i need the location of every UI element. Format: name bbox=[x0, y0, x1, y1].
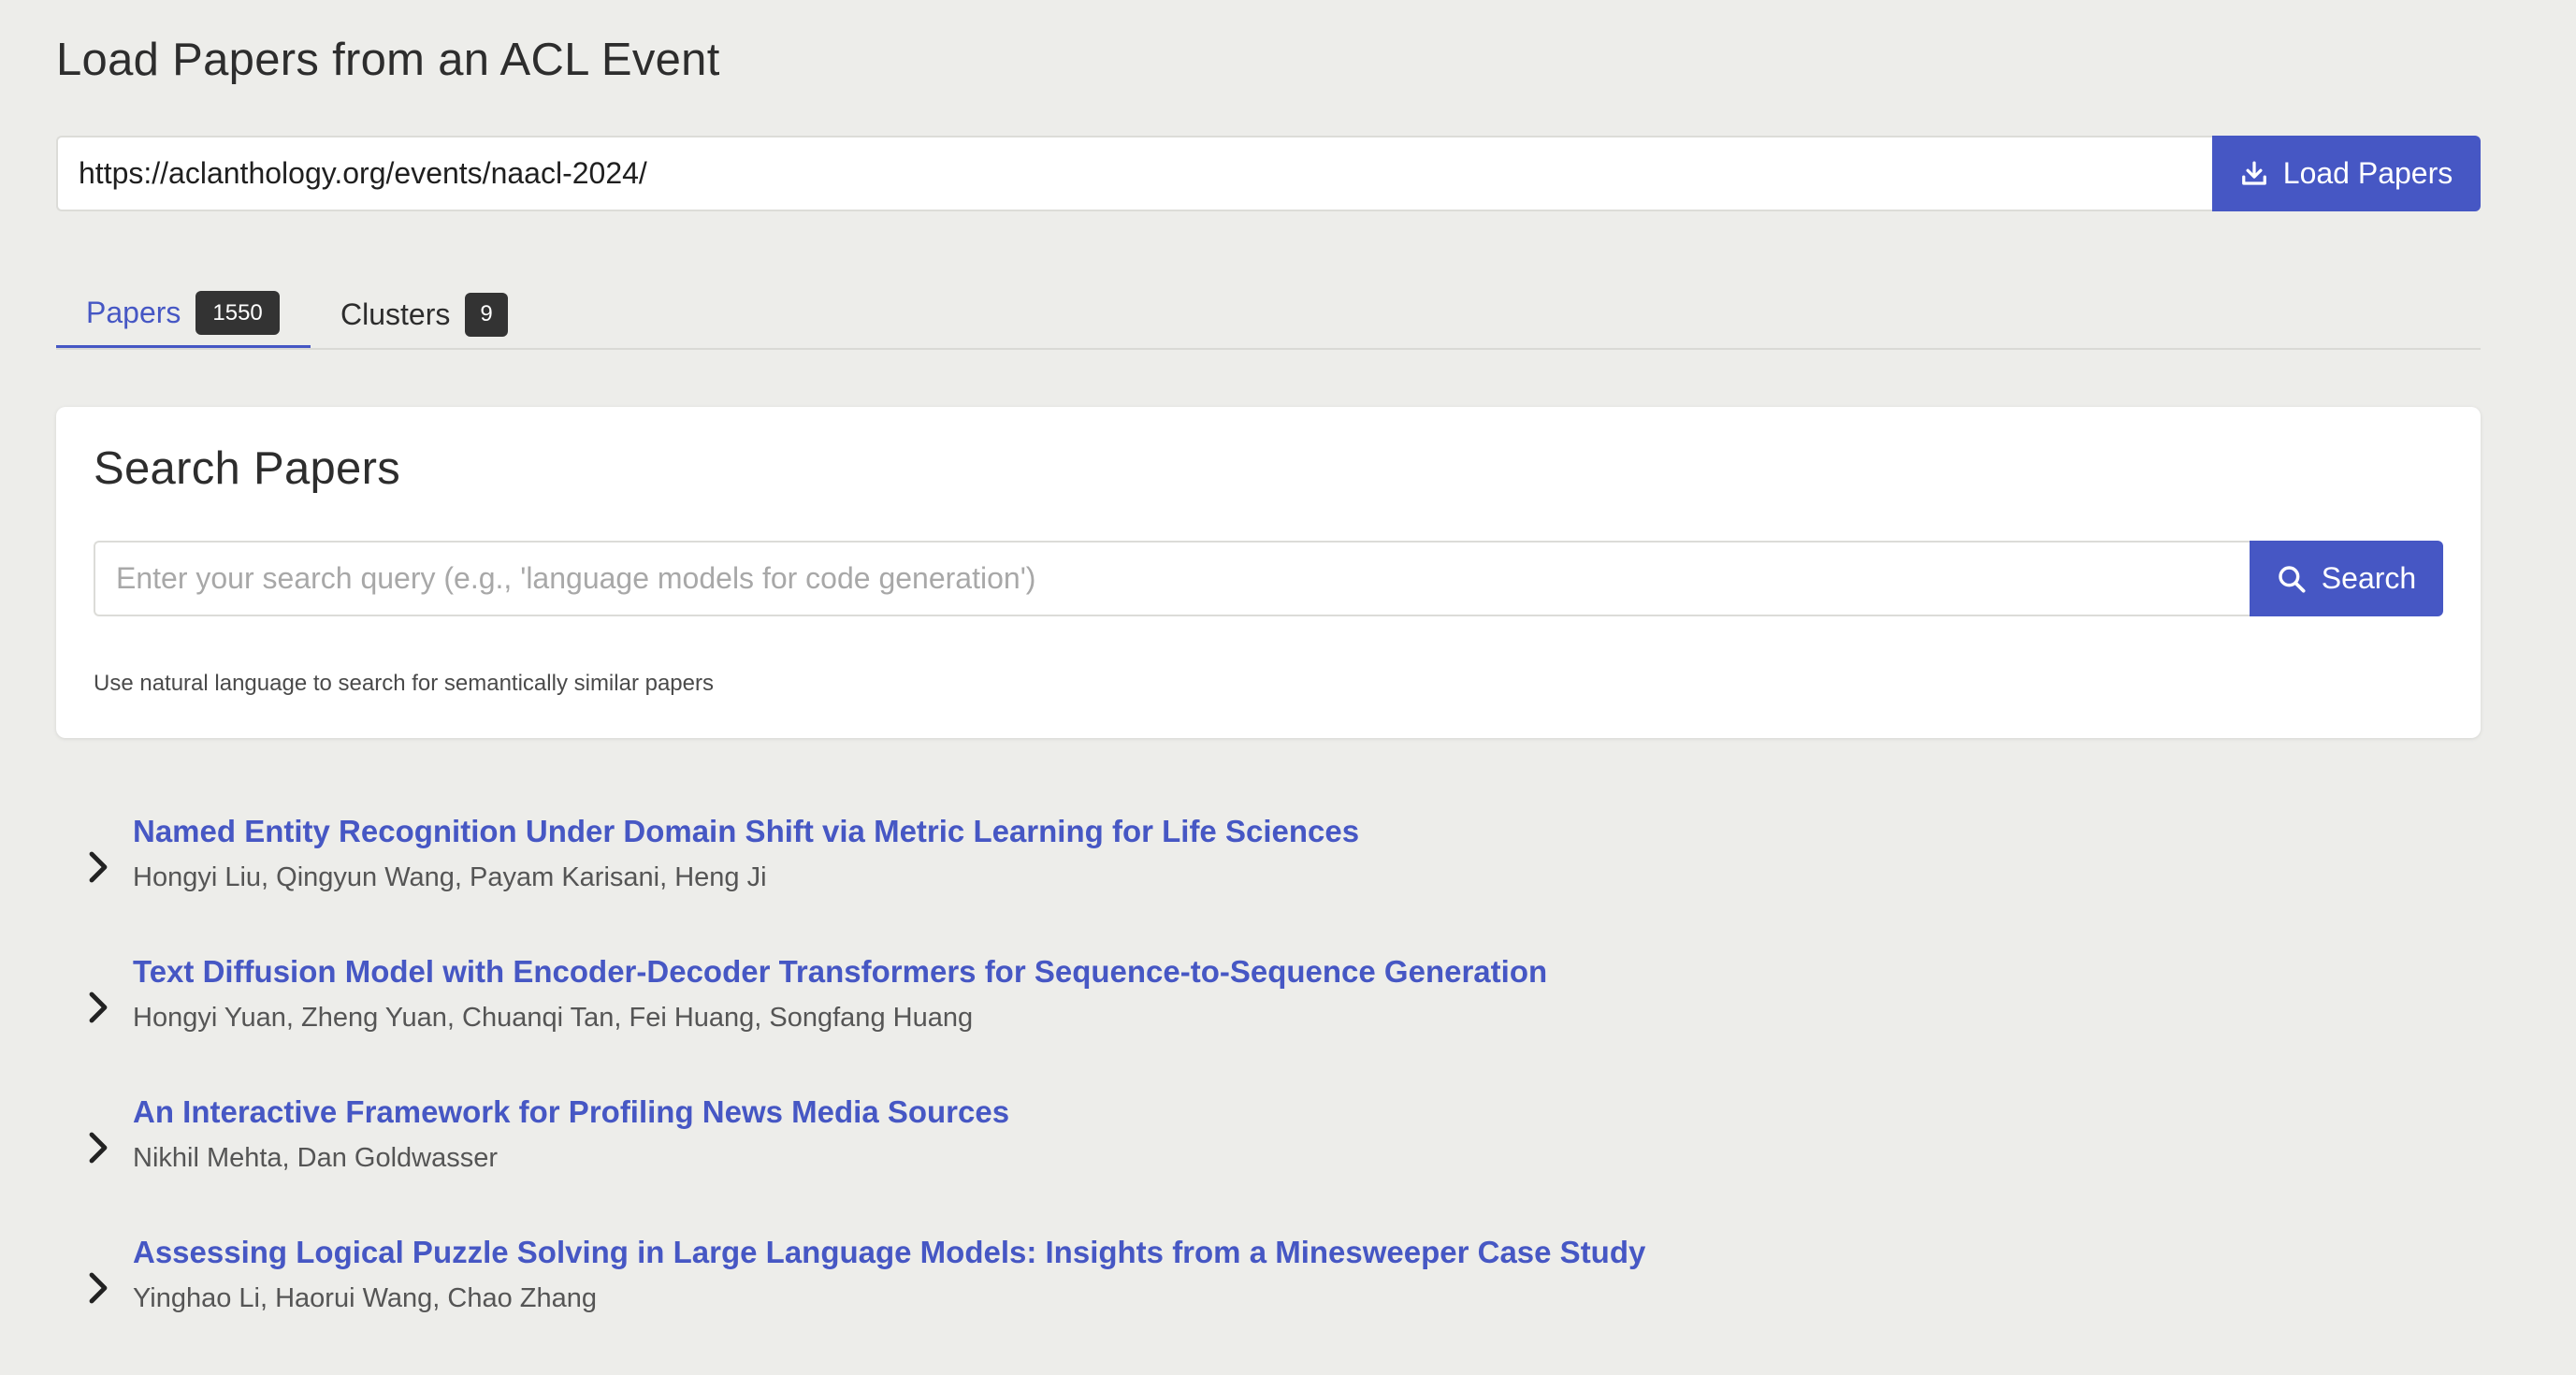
paper-title-link[interactable]: Text Diffusion Model with Encoder-Decode… bbox=[133, 954, 1547, 990]
tab-papers-label: Papers bbox=[86, 296, 181, 329]
search-card: Search Papers Search Use natural languag… bbox=[56, 407, 2481, 738]
paper-title-link[interactable]: An Interactive Framework for Profiling N… bbox=[133, 1094, 1009, 1130]
chevron-right-icon[interactable] bbox=[84, 1269, 110, 1307]
url-input-row: Load Papers bbox=[56, 136, 2481, 211]
event-url-input[interactable] bbox=[56, 136, 2212, 211]
paper-list: Named Entity Recognition Under Domain Sh… bbox=[56, 814, 2481, 1375]
paper-title-link[interactable]: Assessing Logical Puzzle Solving in Larg… bbox=[133, 1235, 1645, 1270]
tab-clusters-label: Clusters bbox=[340, 297, 451, 331]
tab-clusters[interactable]: Clusters 9 bbox=[311, 281, 508, 348]
search-hint: Use natural language to search for seman… bbox=[94, 671, 714, 696]
clusters-count-badge: 9 bbox=[465, 292, 508, 337]
chevron-right-icon[interactable] bbox=[84, 848, 110, 886]
paper-authors: Yinghao Li, Haorui Wang, Chao Zhang bbox=[133, 1283, 597, 1313]
paper-authors: Nikhil Mehta, Dan Goldwasser bbox=[133, 1143, 499, 1173]
load-papers-label: Load Papers bbox=[2282, 156, 2453, 190]
tab-bar: Papers 1550 Clusters 9 bbox=[56, 281, 2481, 350]
paper-item: Assessing Logical Puzzle Solving in Larg… bbox=[56, 1235, 2481, 1375]
chevron-right-icon[interactable] bbox=[84, 1129, 110, 1166]
paper-authors: Hongyi Liu, Qingyun Wang, Payam Karisani… bbox=[133, 862, 767, 892]
search-input[interactable] bbox=[94, 541, 2250, 616]
paper-item: Text Diffusion Model with Encoder-Decode… bbox=[56, 954, 2481, 1094]
search-button-label: Search bbox=[2321, 561, 2417, 595]
search-section-title: Search Papers bbox=[94, 443, 401, 494]
paper-authors: Hongyi Yuan, Zheng Yuan, Chuanqi Tan, Fe… bbox=[133, 1003, 974, 1033]
search-button[interactable]: Search bbox=[2250, 541, 2443, 616]
search-icon bbox=[2277, 564, 2307, 594]
search-input-row: Search bbox=[94, 541, 2443, 616]
papers-count-badge: 1550 bbox=[195, 291, 280, 335]
page: Load Papers from an ACL Event Load Paper… bbox=[0, 0, 2576, 1373]
paper-item: An Interactive Framework for Profiling N… bbox=[56, 1094, 2481, 1235]
download-icon bbox=[2240, 160, 2268, 188]
load-section-title: Load Papers from an ACL Event bbox=[56, 35, 720, 85]
load-papers-button[interactable]: Load Papers bbox=[2212, 136, 2481, 211]
tab-papers[interactable]: Papers 1550 bbox=[56, 281, 311, 348]
paper-item: Named Entity Recognition Under Domain Sh… bbox=[56, 814, 2481, 954]
paper-title-link[interactable]: Named Entity Recognition Under Domain Sh… bbox=[133, 814, 1359, 849]
chevron-right-icon[interactable] bbox=[84, 989, 110, 1026]
